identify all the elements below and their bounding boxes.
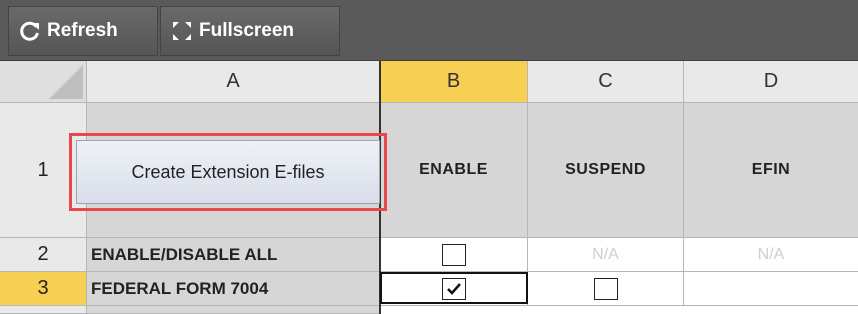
row-header-3[interactable]: 3	[0, 272, 87, 306]
column-header-d[interactable]: D	[684, 61, 858, 103]
refresh-button[interactable]: Refresh	[8, 6, 158, 56]
cell-b3[interactable]	[380, 272, 528, 306]
row-header-1[interactable]: 1	[0, 103, 87, 238]
cell-d1[interactable]: EFIN	[684, 103, 858, 238]
efin-header-label: EFIN	[751, 161, 791, 178]
row-header-2[interactable]: 2	[0, 238, 87, 272]
cell-c1[interactable]: SUSPEND	[528, 103, 684, 238]
fullscreen-label: Fullscreen	[199, 20, 295, 41]
cell-b1[interactable]: ENABLE	[380, 103, 528, 238]
column-header-a[interactable]: A	[87, 61, 380, 103]
checkmark-icon	[446, 282, 461, 295]
cell-a4	[87, 306, 380, 314]
toolbar: Refresh Fullscreen	[0, 0, 858, 61]
column-header-b[interactable]: B	[380, 61, 528, 103]
column-header-c[interactable]: C	[528, 61, 684, 103]
suspend-na-text: N/A	[592, 245, 619, 263]
corner-triangle-icon	[49, 65, 83, 99]
efin-na-text: N/A	[757, 245, 785, 263]
cell-d2[interactable]: N/A	[684, 238, 858, 272]
cell-a2: ENABLE/DISABLE ALL	[87, 238, 380, 272]
refresh-icon	[19, 20, 41, 42]
create-extension-efiles-button[interactable]: Create Extension E-files	[76, 140, 380, 204]
fullscreen-icon	[171, 20, 193, 42]
enable-all-checkbox[interactable]	[441, 243, 466, 266]
federal-form-7004-suspend-checkbox[interactable]	[593, 277, 618, 300]
cell-c3[interactable]	[528, 272, 684, 306]
cell-b2[interactable]	[380, 238, 528, 272]
suspend-header-label: SUSPEND	[565, 161, 646, 178]
cell-c2[interactable]: N/A	[528, 238, 684, 272]
row-header-4[interactable]	[0, 306, 87, 314]
federal-form-7004-enable-checkbox[interactable]	[441, 277, 466, 300]
cell-d3[interactable]	[684, 272, 858, 306]
select-all-corner[interactable]	[0, 61, 87, 103]
refresh-label: Refresh	[47, 20, 118, 41]
enable-header-label: ENABLE	[419, 161, 488, 178]
cell-a3: FEDERAL FORM 7004	[87, 272, 380, 306]
fullscreen-button[interactable]: Fullscreen	[160, 6, 340, 56]
